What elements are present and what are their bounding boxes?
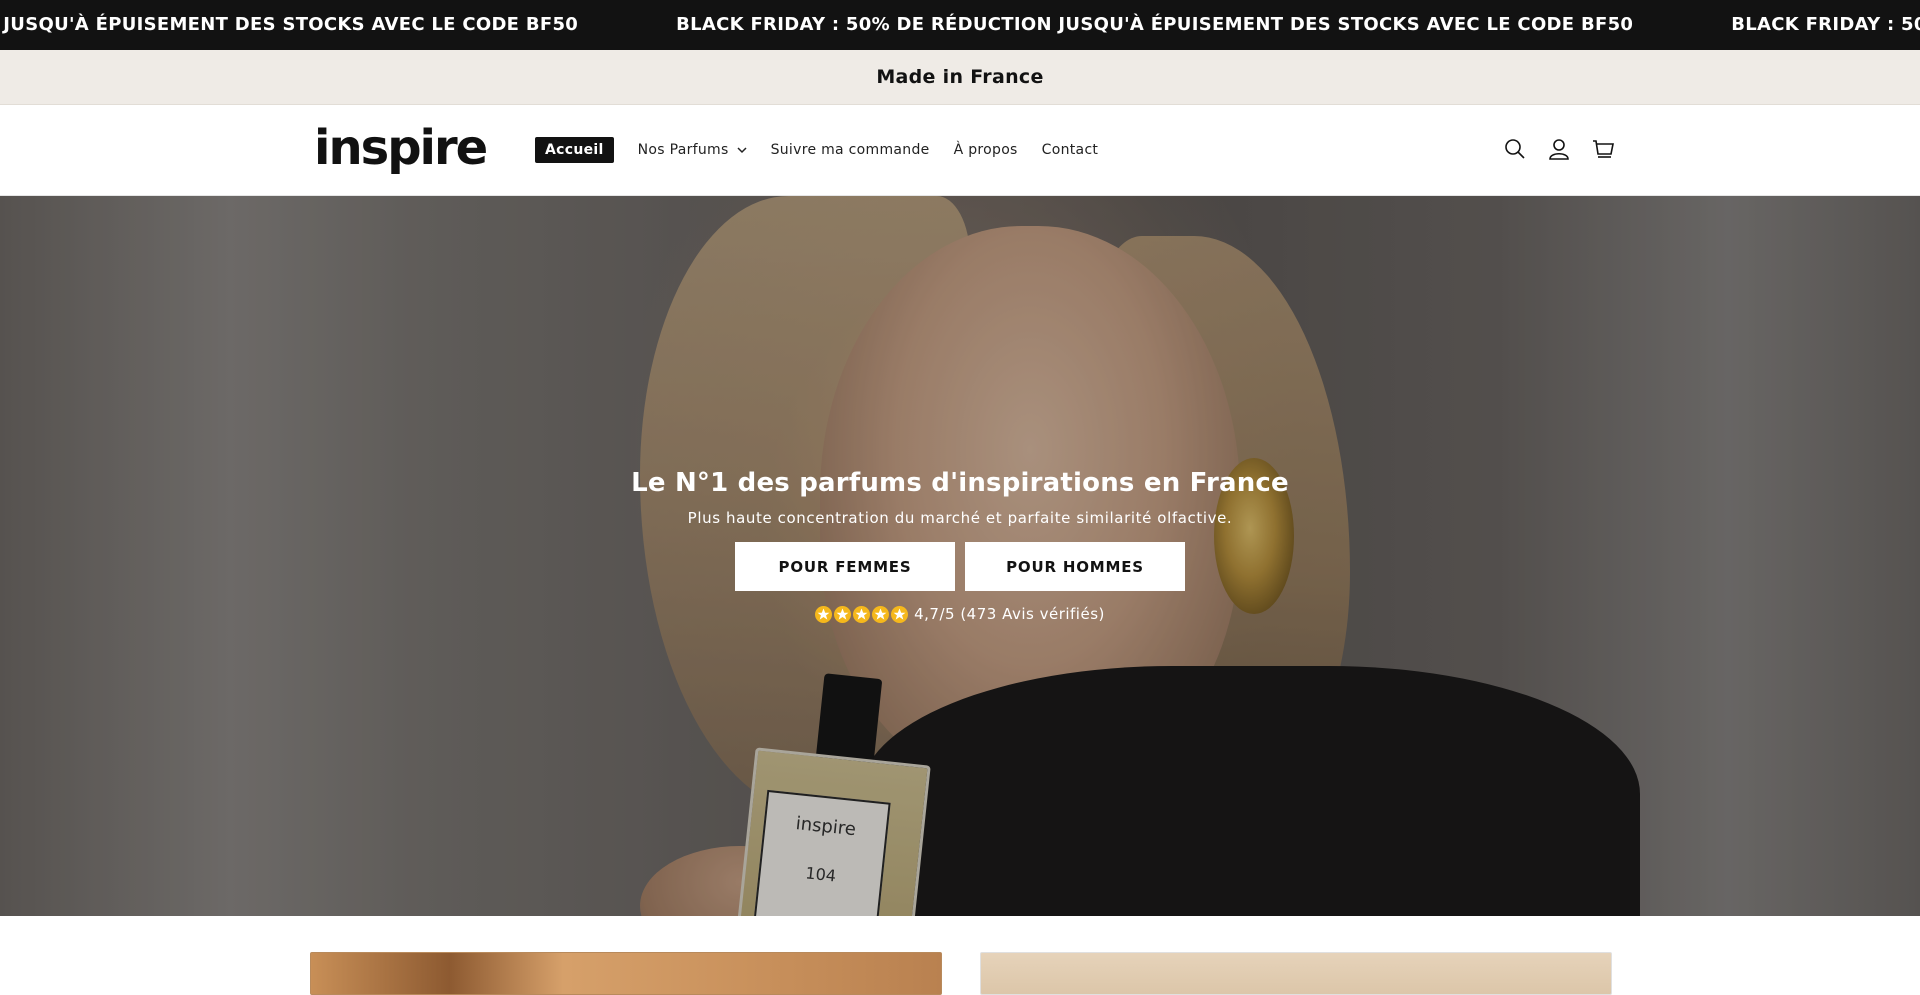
star-icon [872,605,890,623]
marquee-item: BLACK FRIDAY : 50% DE RÉDUCTION JUSQU'À … [676,14,1634,35]
hero-subtitle: Plus haute concentration du marché et pa… [687,509,1233,527]
marquee-track: BLACK FRIDAY : 50% DE RÉDUCTION JUSQU'À … [0,0,1920,50]
nav-item-contact[interactable]: Contact [1042,142,1099,158]
cart-icon[interactable] [1592,137,1614,161]
account-icon[interactable] [1548,137,1570,161]
hero-banner: inspire 104 Le N°1 des parfums d'inspira… [0,196,1920,916]
marquee-item: BLACK FRIDAY : 50% DE RÉDUCTION JUSQU'À … [1731,14,1920,35]
for-men-button[interactable]: POUR HOMMES [965,542,1185,591]
collection-card[interactable] [310,952,942,995]
rating-text: 4,7/5 (473 Avis vérifiés) [914,605,1105,623]
header-icons [1504,137,1614,161]
search-icon[interactable] [1504,137,1526,161]
hero-content: Le N°1 des parfums d'inspirations en Fra… [0,466,1920,623]
nav-item-nos-parfums[interactable]: Nos Parfums [638,142,747,158]
hero-buttons: POUR FEMMES POUR HOMMES [0,542,1920,591]
star-icon [834,605,852,623]
logo[interactable]: inspire [314,122,488,174]
announcement-bar: Made in France [0,50,1920,105]
star-icon [891,605,909,623]
rating: 4,7/5 (473 Avis vérifiés) [0,605,1920,623]
marquee-item: BLACK FRIDAY : 50% DE RÉDUCTION JUSQU'À … [0,14,579,35]
collection-card[interactable] [980,952,1612,995]
hero-title: Le N°1 des parfums d'inspirations en Fra… [631,468,1289,498]
marquee-bar: BLACK FRIDAY : 50% DE RÉDUCTION JUSQU'À … [0,0,1920,50]
nav-item-label: Nos Parfums [637,142,729,158]
site-header: inspire Accueil Nos Parfums Suivre ma co… [0,105,1920,196]
nav-item-a-propos[interactable]: À propos [954,142,1018,158]
main-nav: Accueil Nos Parfums Suivre ma commande À… [535,137,1122,163]
chevron-down-icon [737,147,747,154]
star-icon [853,605,871,623]
nav-item-accueil[interactable]: Accueil [535,137,614,163]
nav-item-suivre-commande[interactable]: Suivre ma commande [771,142,930,158]
star-icon [815,605,833,623]
for-women-button[interactable]: POUR FEMMES [735,542,955,591]
announcement-text: Made in France [876,66,1044,88]
rating-stars [815,605,909,623]
